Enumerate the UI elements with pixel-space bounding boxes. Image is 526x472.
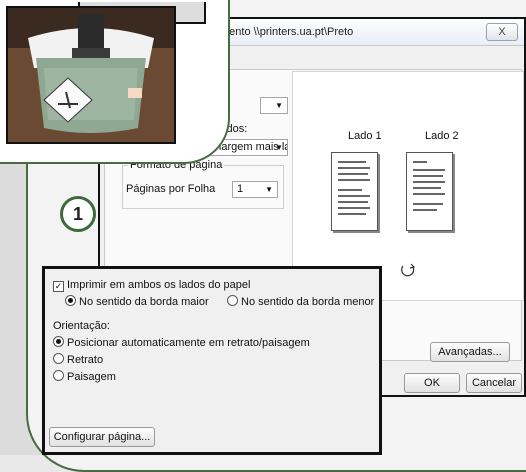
duplex-checkbox-row[interactable]: ✓ Imprimir em ambos os lados do papel: [53, 279, 250, 292]
chevron-down-icon: ▼: [275, 101, 283, 110]
long-edge-label: No sentido da borda maior: [79, 296, 209, 308]
portrait-radio[interactable]: [53, 353, 64, 364]
short-edge-option[interactable]: No sentido da borda menor: [227, 295, 374, 308]
pages-per-sheet-value: 1: [237, 183, 244, 195]
portrait-option[interactable]: Retrato: [53, 353, 103, 366]
duplex-label: Imprimir em ambos os lados do papel: [67, 279, 251, 291]
step-number-badge: 1: [60, 196, 96, 232]
portrait-label: Retrato: [67, 354, 104, 366]
preview-page-1: [331, 152, 378, 231]
preview-page-2: [406, 152, 453, 231]
close-button[interactable]: X: [486, 23, 518, 41]
cancel-button[interactable]: Cancelar: [466, 373, 522, 393]
auto-orientation-label: Posicionar automaticamente em retrato/pa…: [67, 337, 310, 349]
long-edge-radio[interactable]: [65, 295, 76, 306]
page-setup-button[interactable]: Configurar página...: [49, 427, 155, 447]
duplex-checkbox[interactable]: ✓: [53, 281, 64, 292]
auto-orientation-radio[interactable]: [53, 336, 64, 347]
landscape-radio[interactable]: [53, 370, 64, 381]
preview-side1-label: Lado 1: [348, 130, 382, 142]
dialog-title: mento \\printers.ua.pt\Preto: [220, 26, 354, 38]
long-edge-option[interactable]: No sentido da borda maior: [65, 295, 209, 308]
flip-rotate-icon: [401, 263, 416, 277]
auto-orientation-option[interactable]: Posicionar automaticamente em retrato/pa…: [53, 336, 310, 349]
short-edge-radio[interactable]: [227, 295, 238, 306]
ok-button[interactable]: OK: [404, 373, 460, 393]
chevron-down-icon: ▼: [265, 185, 273, 194]
printer-image: [8, 8, 174, 142]
landscape-label: Paisagem: [67, 371, 116, 383]
printer-photo: [6, 6, 176, 144]
close-icon: X: [498, 26, 506, 38]
advanced-button[interactable]: Avançadas...: [430, 342, 510, 362]
zoomed-options-panel: ✓ Imprimir em ambos os lados do papel No …: [42, 266, 382, 455]
landscape-option[interactable]: Paisagem: [53, 370, 116, 383]
pages-per-sheet-combo[interactable]: 1 ▼: [232, 181, 278, 198]
orientation-label: Orientação:: [53, 320, 110, 332]
pages-per-sheet-label: Páginas por Folha: [126, 183, 216, 195]
chevron-down-icon: ▼: [275, 143, 283, 152]
photo-inset: [0, 0, 230, 164]
preview-side2-label: Lado 2: [425, 130, 459, 142]
print-what-combo[interactable]: ▼: [260, 97, 288, 114]
short-edge-label: No sentido da borda menor: [241, 296, 375, 308]
